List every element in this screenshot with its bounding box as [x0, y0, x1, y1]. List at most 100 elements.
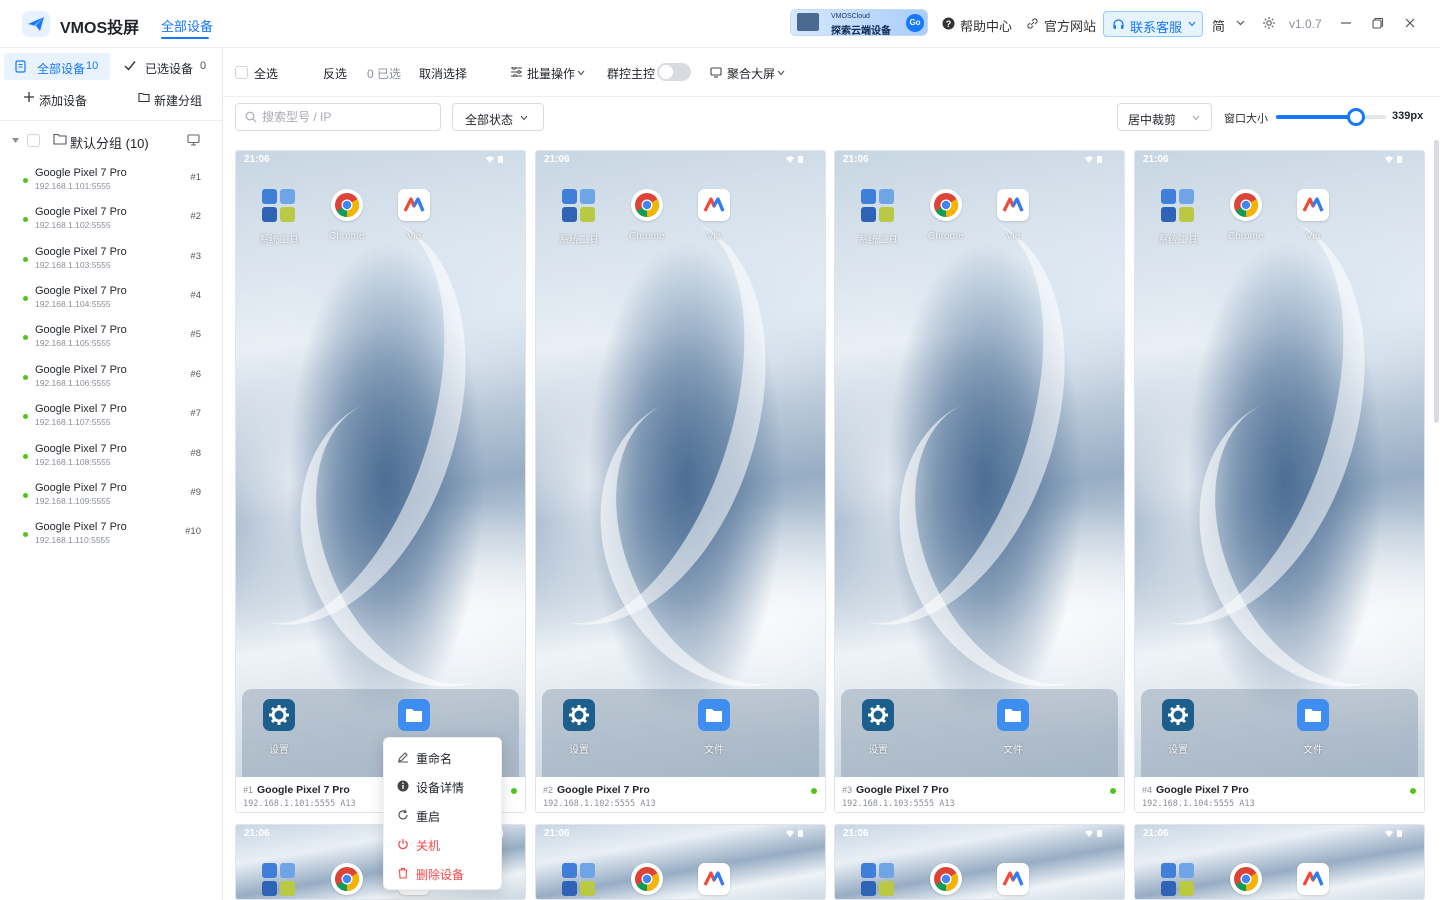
chrome-icon[interactable] [930, 863, 962, 895]
invert-select-button[interactable]: 反选 [323, 65, 347, 82]
chrome-icon[interactable] [930, 189, 962, 221]
via-browser-icon[interactable] [1297, 863, 1329, 895]
device-card[interactable]: 21:06 [1134, 824, 1425, 900]
device-screen[interactable]: 21:06 系统工具 Chrome Via 设置 文件 [236, 151, 525, 777]
vmoscloud-banner[interactable]: VMOSCloud 探索云端设备 Go [790, 9, 928, 36]
sidebar-device-item[interactable]: Google Pixel 7 Pro 192.168.1.108:5555 #8 [0, 443, 222, 479]
group-checkbox[interactable] [27, 134, 40, 147]
cancel-select-button[interactable]: 取消选择 [419, 65, 467, 82]
sidebar-device-item[interactable]: Google Pixel 7 Pro 192.168.1.105:5555 #5 [0, 324, 222, 360]
monitor-icon[interactable] [187, 134, 200, 146]
language-select[interactable]: 简 [1212, 16, 1225, 35]
sidebar-device-item[interactable]: Google Pixel 7 Pro 192.168.1.107:5555 #7 [0, 403, 222, 439]
settings-app-icon[interactable] [263, 699, 295, 731]
system-tools-folder-icon[interactable] [1159, 861, 1197, 899]
files-app-icon[interactable] [997, 699, 1029, 731]
menu-item-rename[interactable]: 重命名 [384, 743, 501, 771]
chrome-icon[interactable] [631, 189, 663, 221]
chrome-icon[interactable] [1230, 863, 1262, 895]
language-chevron-icon[interactable] [1236, 20, 1245, 26]
sidebar-device-item[interactable]: Google Pixel 7 Pro 192.168.1.106:5555 #6 [0, 364, 222, 400]
menu-item-label: 关机 [416, 839, 441, 853]
chrome-icon[interactable] [331, 189, 363, 221]
files-app-icon[interactable] [1297, 699, 1329, 731]
tab-all-devices[interactable]: 全部设备 [161, 16, 213, 35]
status-time: 21:06 [544, 154, 570, 165]
caret-down-icon[interactable] [12, 138, 19, 143]
via-browser-icon[interactable] [398, 189, 430, 221]
device-screen[interactable]: 21:06 系统工具 Chrome Via 设置 文件 [835, 151, 1124, 777]
group-master-toggle[interactable] [657, 63, 691, 81]
device-card[interactable]: 21:06 系统工具 Chrome Via 设置 文件 #3 Google Pi… [834, 150, 1125, 813]
device-screen[interactable]: 21:06 [1135, 825, 1424, 899]
chevron-down-icon [1192, 115, 1200, 121]
window-size-slider[interactable] [1276, 115, 1386, 119]
sidebar-device-item[interactable]: Google Pixel 7 Pro 192.168.1.104:5555 #4 [0, 285, 222, 321]
close-icon[interactable] [1404, 17, 1416, 29]
settings-app-icon[interactable] [1162, 699, 1194, 731]
system-tools-folder-icon[interactable] [1159, 187, 1197, 225]
card-device-name: Google Pixel 7 Pro [1156, 784, 1249, 796]
sidebar-device-item[interactable]: Google Pixel 7 Pro 192.168.1.110:5555 #1… [0, 521, 222, 557]
search-input[interactable] [262, 109, 432, 125]
chrome-icon[interactable] [1230, 189, 1262, 221]
via-browser-icon[interactable] [997, 863, 1029, 895]
via-browser-icon[interactable] [997, 189, 1029, 221]
window-size-slider-thumb[interactable] [1347, 108, 1365, 126]
banner-go-button[interactable]: Go [906, 14, 924, 32]
status-select[interactable]: 全部状态 [452, 103, 544, 131]
menu-item-details[interactable]: 设备详情 [384, 772, 501, 800]
search-box[interactable] [235, 103, 441, 131]
system-tools-folder-icon[interactable] [260, 187, 298, 225]
sidebar-device-item[interactable]: Google Pixel 7 Pro 192.168.1.101:5555 #1 [0, 167, 222, 203]
device-screen[interactable]: 21:06 系统工具 Chrome Via 设置 文件 [1135, 151, 1424, 777]
via-browser-icon[interactable] [698, 863, 730, 895]
sidebar-tab-all-devices[interactable]: 全部设备 10 [4, 53, 110, 80]
select-all-button[interactable]: 全选 [254, 65, 278, 82]
aggregate-screen-button[interactable]: 聚合大屏 [727, 65, 775, 82]
via-browser-icon[interactable] [1297, 189, 1329, 221]
menu-item-restart[interactable]: 重启 [384, 801, 501, 829]
system-tools-folder-icon[interactable] [859, 187, 897, 225]
sidebar-tab-selected-devices[interactable]: 已选设备 0 [122, 53, 218, 80]
device-screen[interactable]: 21:06 系统工具 Chrome Via 设置 文件 [536, 151, 825, 777]
device-card[interactable]: 21:06 系统工具 Chrome Via 设置 文件 #4 Google Pi… [1134, 150, 1425, 813]
device-ip: 192.168.1.106:5555 [35, 378, 111, 388]
settings-app-icon[interactable] [563, 699, 595, 731]
chrome-icon[interactable] [631, 863, 663, 895]
device-screen[interactable]: 21:06 [835, 825, 1124, 899]
files-app-icon[interactable] [398, 699, 430, 731]
menu-item-delete[interactable]: 删除设备 [384, 859, 501, 887]
device-screen[interactable]: 21:06 [536, 825, 825, 899]
restore-icon[interactable] [1372, 17, 1384, 29]
system-tools-folder-icon[interactable] [560, 861, 598, 899]
status-wifi-battery-icon [1385, 830, 1402, 837]
files-app-icon[interactable] [698, 699, 730, 731]
group-default[interactable]: 默认分组 (10) [0, 128, 222, 154]
settings-gear-icon[interactable] [1262, 16, 1276, 30]
device-card[interactable]: 21:06 系统工具 Chrome Via 设置 文件 #2 Google Pi… [535, 150, 826, 813]
select-all-checkbox[interactable] [235, 66, 248, 79]
system-tools-folder-icon[interactable] [260, 861, 298, 899]
batch-ops-chevron-icon[interactable] [577, 70, 585, 76]
scrollbar[interactable] [1434, 140, 1439, 423]
batch-ops-button[interactable]: 批量操作 [527, 65, 575, 82]
aggregate-screen-chevron-icon[interactable] [777, 70, 785, 76]
sidebar-device-item[interactable]: Google Pixel 7 Pro 192.168.1.109:5555 #9 [0, 482, 222, 518]
sidebar-device-item[interactable]: Google Pixel 7 Pro 192.168.1.103:5555 #3 [0, 246, 222, 282]
settings-app-icon[interactable] [862, 699, 894, 731]
chrome-icon[interactable] [331, 863, 363, 895]
sidebar-device-item[interactable]: Google Pixel 7 Pro 192.168.1.102:5555 #2 [0, 206, 222, 242]
minimize-icon[interactable] [1340, 17, 1352, 29]
contact-service-button[interactable]: 联系客服 [1103, 11, 1203, 37]
online-status-dot [23, 217, 28, 222]
crop-mode-select[interactable]: 居中裁剪 [1117, 103, 1212, 131]
device-card[interactable]: 21:06 系统工具 Chrome Via 设置 文件 #1 Google Pi… [235, 150, 526, 813]
menu-item-shutdown[interactable]: 关机 [384, 830, 501, 858]
via-browser-icon[interactable] [698, 189, 730, 221]
system-tools-folder-icon[interactable] [560, 187, 598, 225]
device-card[interactable]: 21:06 [535, 824, 826, 900]
help-icon: ? [942, 17, 955, 30]
device-card[interactable]: 21:06 [834, 824, 1125, 900]
system-tools-folder-icon[interactable] [859, 861, 897, 899]
